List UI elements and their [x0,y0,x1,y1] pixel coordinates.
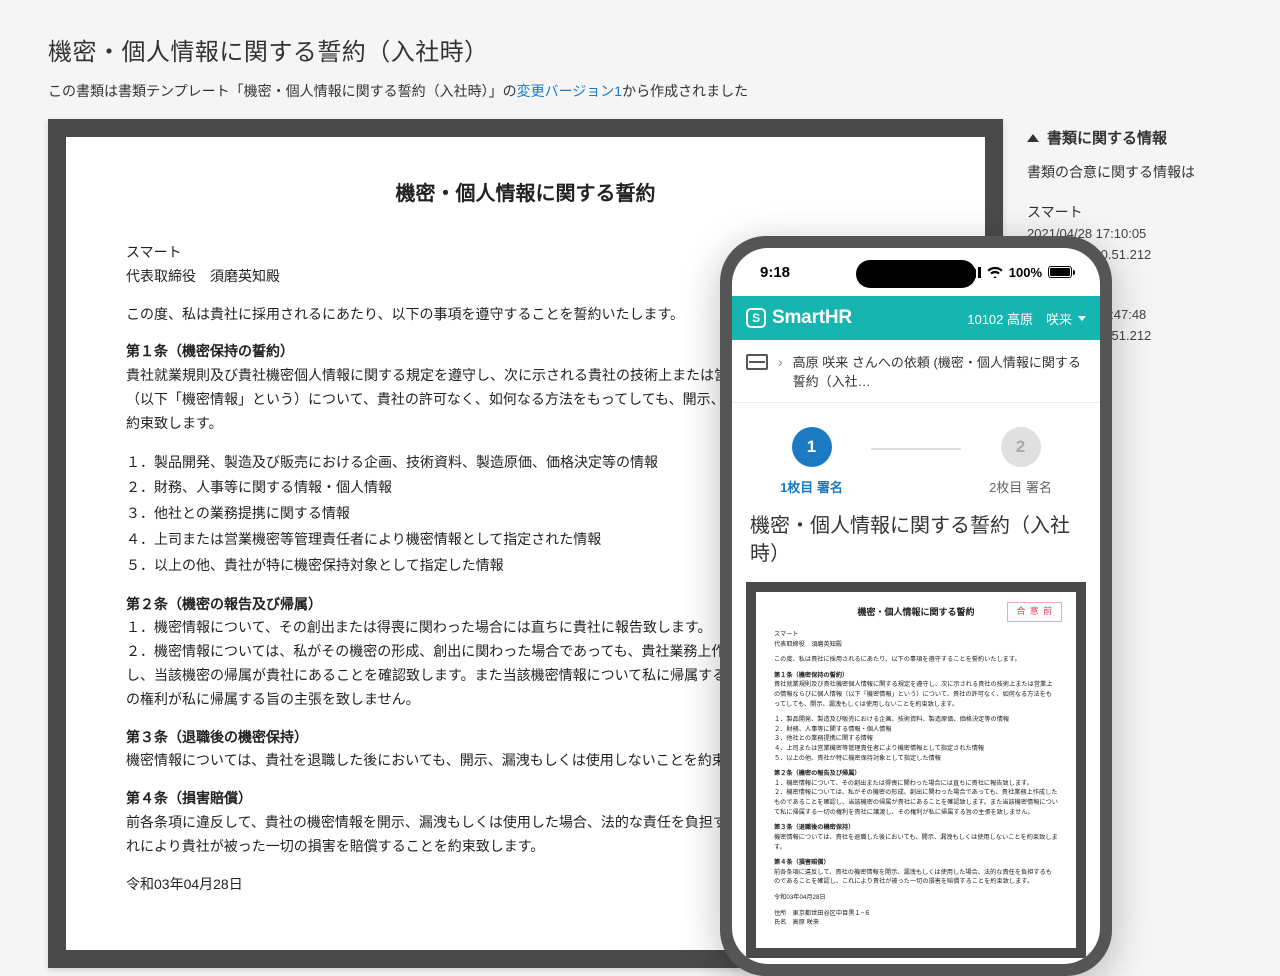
step-1[interactable]: 1 1枚目 署名 [752,427,871,496]
brand-icon: S [746,308,766,328]
mobile-doc-title: 機密・個人情報に関する誓約（入社時） [732,506,1100,582]
page-title: 機密・個人情報に関する誓約（入社時） [48,32,1232,67]
m-li: １．製品開発、製造及び販売における企画、技術資料、製造原価、価格決定等の情報 [774,715,1058,725]
m-addr: 住所 東京都世田谷区中目黒１−６ [774,909,1058,919]
m-a3-body: 機密情報については、貴社を退職した後においても、開示、漏洩もしくは使用しないこと… [774,833,1058,852]
version-link[interactable]: 変更バージョン1 [517,83,623,99]
chevron-down-icon [1078,316,1086,321]
m-li: ２．財務、人事等に関する情報・個人情報 [774,725,1058,735]
m-a2-i1: １．機密情報について、その創出または得喪に関わった場合には直ちに貴社に報告致しま… [774,779,1058,789]
user-label: 10102 高原 咲来 [967,309,1072,328]
m-date: 令和03年04月28日 [774,893,1058,903]
m-li: ４．上司または営業機密等管理責任者により機密情報として指定された情報 [774,744,1058,754]
battery-pct: 100% [1009,265,1042,280]
m-a2-i2: ２．機密情報については、私がその機密の形成、創出に関わった場合であっても、貴社業… [774,788,1058,817]
app-bar: S SmartHR 10102 高原 咲来 [732,296,1100,340]
user-menu[interactable]: 10102 高原 咲来 [967,309,1086,328]
m-li: ５．以上の他、貴社が特に機密保持対象として指定した情報 [774,754,1058,764]
m-preamble: この度、私は貴社に採用されるにあたり、以下の事項を遵守することを誓約いたします。 [774,655,1058,665]
sub-suffix: から作成されました [622,83,748,99]
brand-logo[interactable]: S SmartHR [746,307,852,329]
inbox-icon [746,354,768,370]
m-a3-head: 第３条（退職後の機密保持） [774,823,1058,833]
sidebar-title: 書類に関する情報 [1047,127,1167,148]
m-a4-body: 前各条項に違反して、貴社の機密情報を開示、漏洩もしくは使用した場合、法的な責任を… [774,868,1058,887]
m-a4-head: 第４条（損害賠償） [774,858,1058,868]
m-li: ３．他社との業務提携に関する情報 [774,734,1058,744]
step-label: 2枚目 署名 [989,477,1052,496]
breadcrumb[interactable]: › 高原 咲来 さんへの依頼 (機密・個人情報に関する誓約（入社… [732,340,1100,403]
breadcrumb-text: 高原 咲来 さんへの依頼 (機密・個人情報に関する誓約（入社… [793,352,1086,390]
step-2[interactable]: 2 2枚目 署名 [961,427,1080,496]
m-a1-body: 貴社就業規則及び貴社機密個人情報に関する規定を遵守し、次に示される貴社の技術上ま… [774,680,1058,709]
battery-icon [1048,266,1072,278]
m-name: 氏名 高原 咲来 [774,918,1058,928]
consent-stamp: 合 意 前 [1007,602,1062,622]
sub-prefix: この書類は書類テンプレート「機密・個人情報に関する誓約（入社時）」の [48,83,517,99]
step-label: 1枚目 署名 [780,477,843,496]
step-connector [871,448,961,450]
stepper: 1 1枚目 署名 2 2枚目 署名 [732,403,1100,506]
m-a1-head: 第１条（機密保持の誓約） [774,671,1058,681]
consent-info: 書類の合意に関する情報は [1027,162,1232,182]
mobile-doc-card[interactable]: 合 意 前 機密・個人情報に関する誓約 スマート 代表取締役 須磨英知殿 この度… [746,582,1086,958]
sidebar-section-toggle[interactable]: 書類に関する情報 [1027,127,1232,148]
step-circle: 2 [1001,427,1041,467]
wifi-icon [987,266,1003,278]
mobile-doc-page: 合 意 前 機密・個人情報に関する誓約 スマート 代表取締役 須磨英知殿 この度… [756,592,1076,948]
m-company: スマート [774,630,1058,640]
m-addressee: 代表取締役 須磨英知殿 [774,640,1058,650]
m-a2-head: 第２条（機密の報告及び帰属） [774,769,1058,779]
brand-text: SmartHR [772,307,852,329]
chevron-right-icon: › [778,354,783,370]
dynamic-island [856,260,976,288]
page-subtext: この書類は書類テンプレート「機密・個人情報に関する誓約（入社時）」の変更バージョ… [48,81,1232,101]
triangle-up-icon [1027,134,1039,142]
step-circle: 1 [792,427,832,467]
phone-mockup: 9:18 100% S SmartHR 10102 高原 咲来 › 高原 咲来 … [720,236,1112,976]
status-time: 9:18 [760,264,790,281]
sender-name: スマート [1027,202,1232,222]
doc-title: 機密・個人情報に関する誓約 [126,177,925,211]
